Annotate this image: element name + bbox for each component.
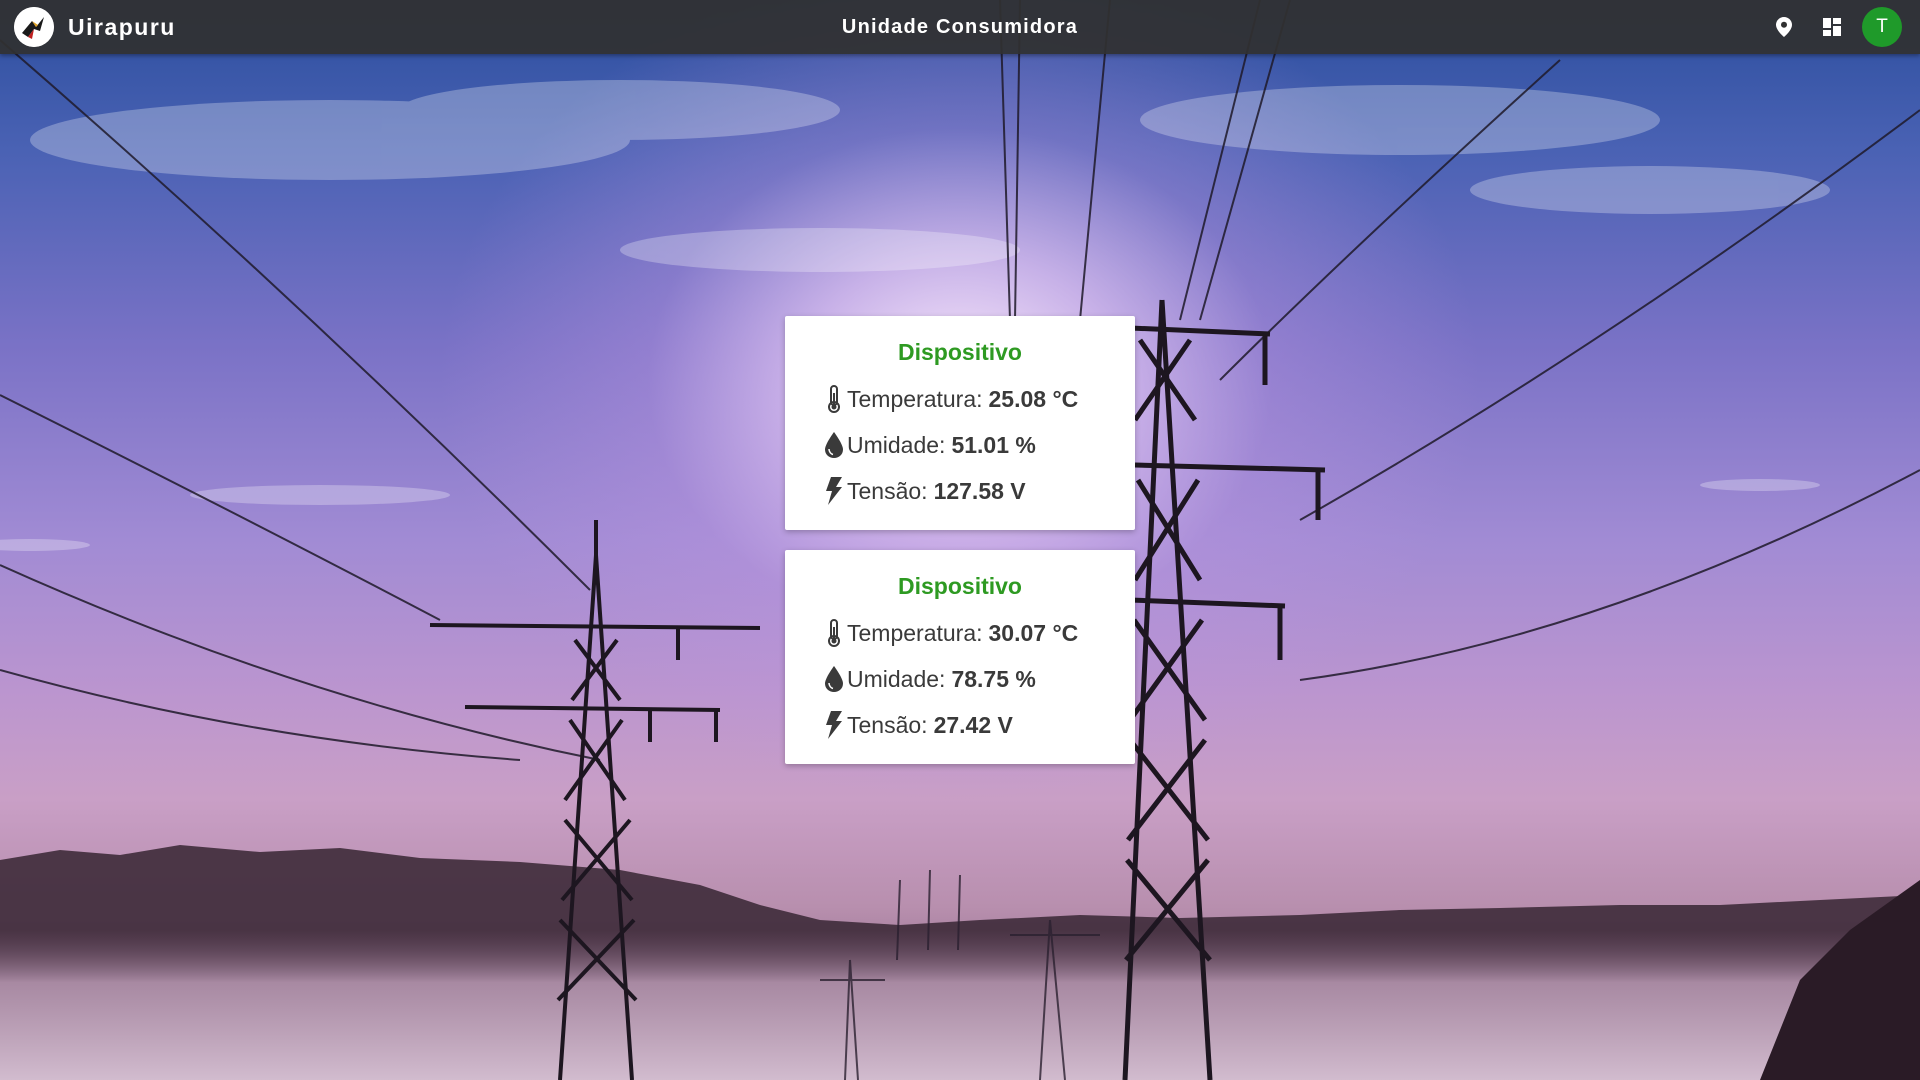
voltage-value: 27.42 V: [933, 711, 1013, 738]
location-pin-icon[interactable]: [1764, 7, 1804, 47]
thermometer-icon: [823, 384, 845, 414]
header-actions: T: [1756, 7, 1902, 47]
voltage-label: Tensão:: [847, 711, 928, 738]
device-title: Dispositivo: [898, 339, 1022, 365]
lightning-bolt-icon: [823, 710, 845, 740]
voltage-row: Tensão: 127.58 V: [785, 468, 1135, 514]
temperature-row: Temperatura: 25.08 °C: [785, 376, 1135, 422]
brand[interactable]: Uirapuru: [14, 7, 176, 47]
humidity-label: Umidade:: [847, 665, 946, 692]
voltage-label: Tensão:: [847, 477, 928, 504]
top-app-bar: Uirapuru Unidade Consumidora T: [0, 0, 1920, 54]
device-card: Dispositivo Temperatura: 25.08 °C Umidad…: [785, 316, 1135, 530]
device-card: Dispositivo Temperatura: 30.07 °C Umidad…: [785, 550, 1135, 764]
device-cards: Dispositivo Temperatura: 25.08 °C Umidad…: [785, 316, 1135, 784]
page-title: Unidade Consumidora: [841, 16, 1079, 38]
device-title: Dispositivo: [898, 573, 1022, 599]
thermometer-icon: [823, 618, 845, 648]
voltage-value: 127.58 V: [933, 477, 1026, 504]
temperature-label: Temperatura:: [847, 385, 983, 412]
humidity-row: Umidade: 78.75 %: [785, 656, 1135, 702]
temperature-label: Temperatura:: [847, 619, 983, 646]
temperature-row: Temperatura: 30.07 °C: [785, 610, 1135, 656]
voltage-row: Tensão: 27.42 V: [785, 702, 1135, 748]
water-drop-icon: [823, 430, 845, 460]
temperature-value: 30.07 °C: [988, 619, 1079, 646]
humidity-label: Umidade:: [847, 431, 946, 458]
lightning-bolt-icon: [823, 476, 845, 506]
humidity-value: 78.75 %: [951, 665, 1036, 692]
dashboard-grid-icon[interactable]: [1812, 7, 1852, 47]
temperature-value: 25.08 °C: [988, 385, 1079, 412]
user-avatar[interactable]: T: [1862, 7, 1902, 47]
uirapuru-bird-logo[interactable]: [14, 7, 54, 47]
water-drop-icon: [823, 664, 845, 694]
humidity-row: Umidade: 51.01 %: [785, 422, 1135, 468]
humidity-value: 51.01 %: [951, 431, 1036, 458]
app-name[interactable]: Uirapuru: [68, 14, 176, 41]
